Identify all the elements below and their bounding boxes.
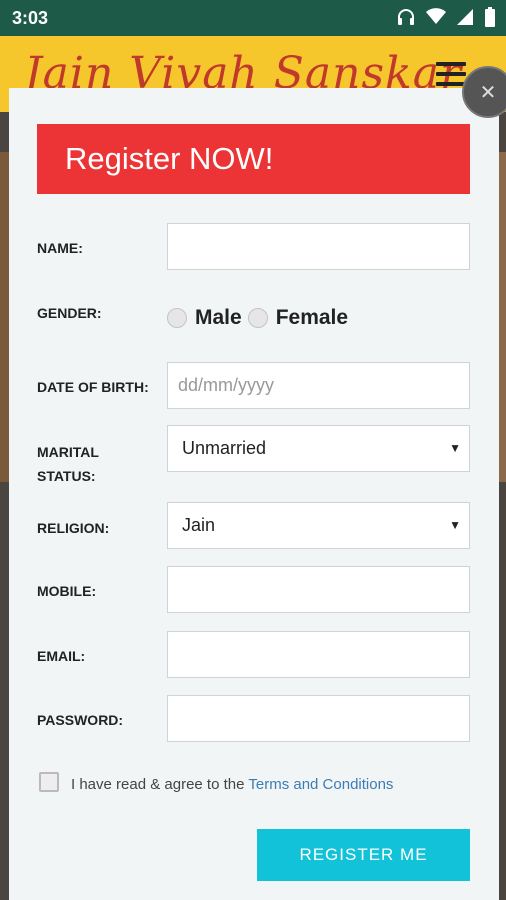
terms-checkbox[interactable] — [39, 772, 59, 792]
religion-select[interactable]: Jain ▼ — [167, 502, 470, 549]
headphones-icon — [398, 9, 414, 25]
menu-icon[interactable] — [436, 62, 466, 86]
register-button[interactable]: REGISTER ME — [257, 829, 470, 881]
terms-text: I have read & agree to the Terms and Con… — [71, 776, 394, 793]
gender-female-radio[interactable] — [247, 308, 268, 328]
marital-status-value: Unmarried — [182, 438, 267, 458]
dob-label: DATE OF BIRTH: — [37, 379, 149, 395]
email-label: EMAIL: — [37, 648, 86, 664]
chevron-down-icon: ▼ — [449, 518, 461, 532]
email-input[interactable] — [167, 631, 470, 678]
battery-icon — [485, 7, 495, 27]
name-input[interactable] — [167, 223, 470, 270]
marital-status-select[interactable]: Unmarried ▼ — [167, 425, 470, 472]
register-modal: Register NOW! NAME: GENDER: Male Female … — [9, 88, 499, 900]
name-label: NAME: — [37, 240, 83, 256]
gender-male-radio[interactable] — [167, 308, 187, 328]
chevron-down-icon: ▼ — [449, 441, 461, 455]
status-bar: 3:03 — [0, 0, 506, 36]
mobile-label: MOBILE: — [37, 583, 97, 599]
gender-female-label: Female — [275, 306, 349, 329]
gender-label: GENDER: — [37, 305, 102, 321]
religion-label: RELIGION: — [37, 520, 110, 536]
status-icons — [396, 7, 496, 27]
signal-icon — [457, 9, 473, 25]
status-time: 3:03 — [12, 8, 49, 28]
wifi-icon — [426, 8, 446, 24]
password-input[interactable] — [167, 695, 470, 742]
password-label: PASSWORD: — [37, 712, 124, 728]
terms-link[interactable]: Terms and Conditions — [248, 776, 393, 793]
gender-male-label: Male — [195, 306, 242, 329]
close-icon[interactable]: ✕ — [462, 66, 506, 118]
marital-status-label: MARITAL STATUS: — [37, 444, 99, 484]
register-banner: Register NOW! — [37, 124, 470, 194]
dob-input[interactable]: dd/mm/yyyy — [167, 362, 470, 409]
mobile-input[interactable] — [167, 566, 470, 613]
modal-title: Register NOW! — [65, 141, 274, 176]
gender-radio-group: Male Female — [167, 306, 354, 330]
religion-value: Jain — [182, 515, 216, 535]
